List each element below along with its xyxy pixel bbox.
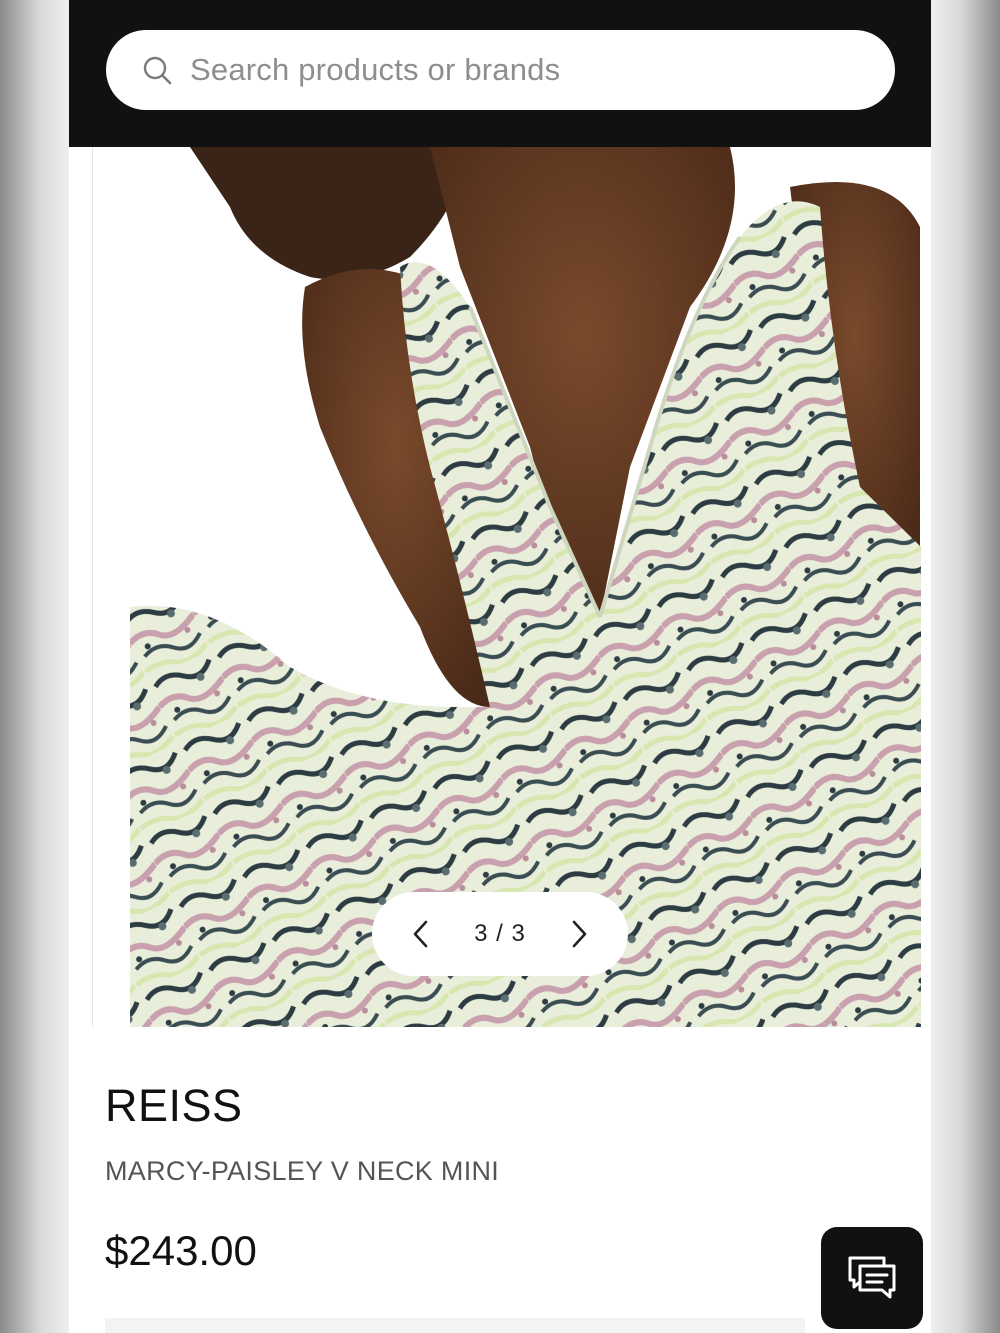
search-input[interactable]: Search products or brands <box>106 30 895 110</box>
image-counter: 3 / 3 <box>474 920 526 947</box>
next-section-edge <box>105 1318 805 1333</box>
chevron-left-icon <box>413 920 428 948</box>
top-bar: Search products or brands <box>69 0 931 147</box>
app-screen: Search products or brands 3 / 3 REISS MA… <box>69 0 931 1333</box>
next-image-button[interactable] <box>564 914 594 954</box>
product-info: REISS MARCY-PAISLEY V NECK MINI $243.00 <box>105 1080 805 1275</box>
previous-image-button[interactable] <box>406 914 436 954</box>
chat-button[interactable] <box>821 1227 923 1329</box>
chevron-right-icon <box>572 920 587 948</box>
product-image-gallery[interactable]: 3 / 3 <box>69 147 931 1027</box>
product-price: $243.00 <box>105 1227 257 1274</box>
brand-name[interactable]: REISS <box>105 1080 805 1132</box>
search-placeholder: Search products or brands <box>190 52 561 87</box>
search-icon <box>143 56 172 85</box>
product-name: MARCY-PAISLEY V NECK MINI <box>105 1156 500 1186</box>
chat-icon <box>848 1256 896 1299</box>
gallery-pager: 3 / 3 <box>372 892 628 976</box>
previous-image-slice <box>69 147 93 1027</box>
